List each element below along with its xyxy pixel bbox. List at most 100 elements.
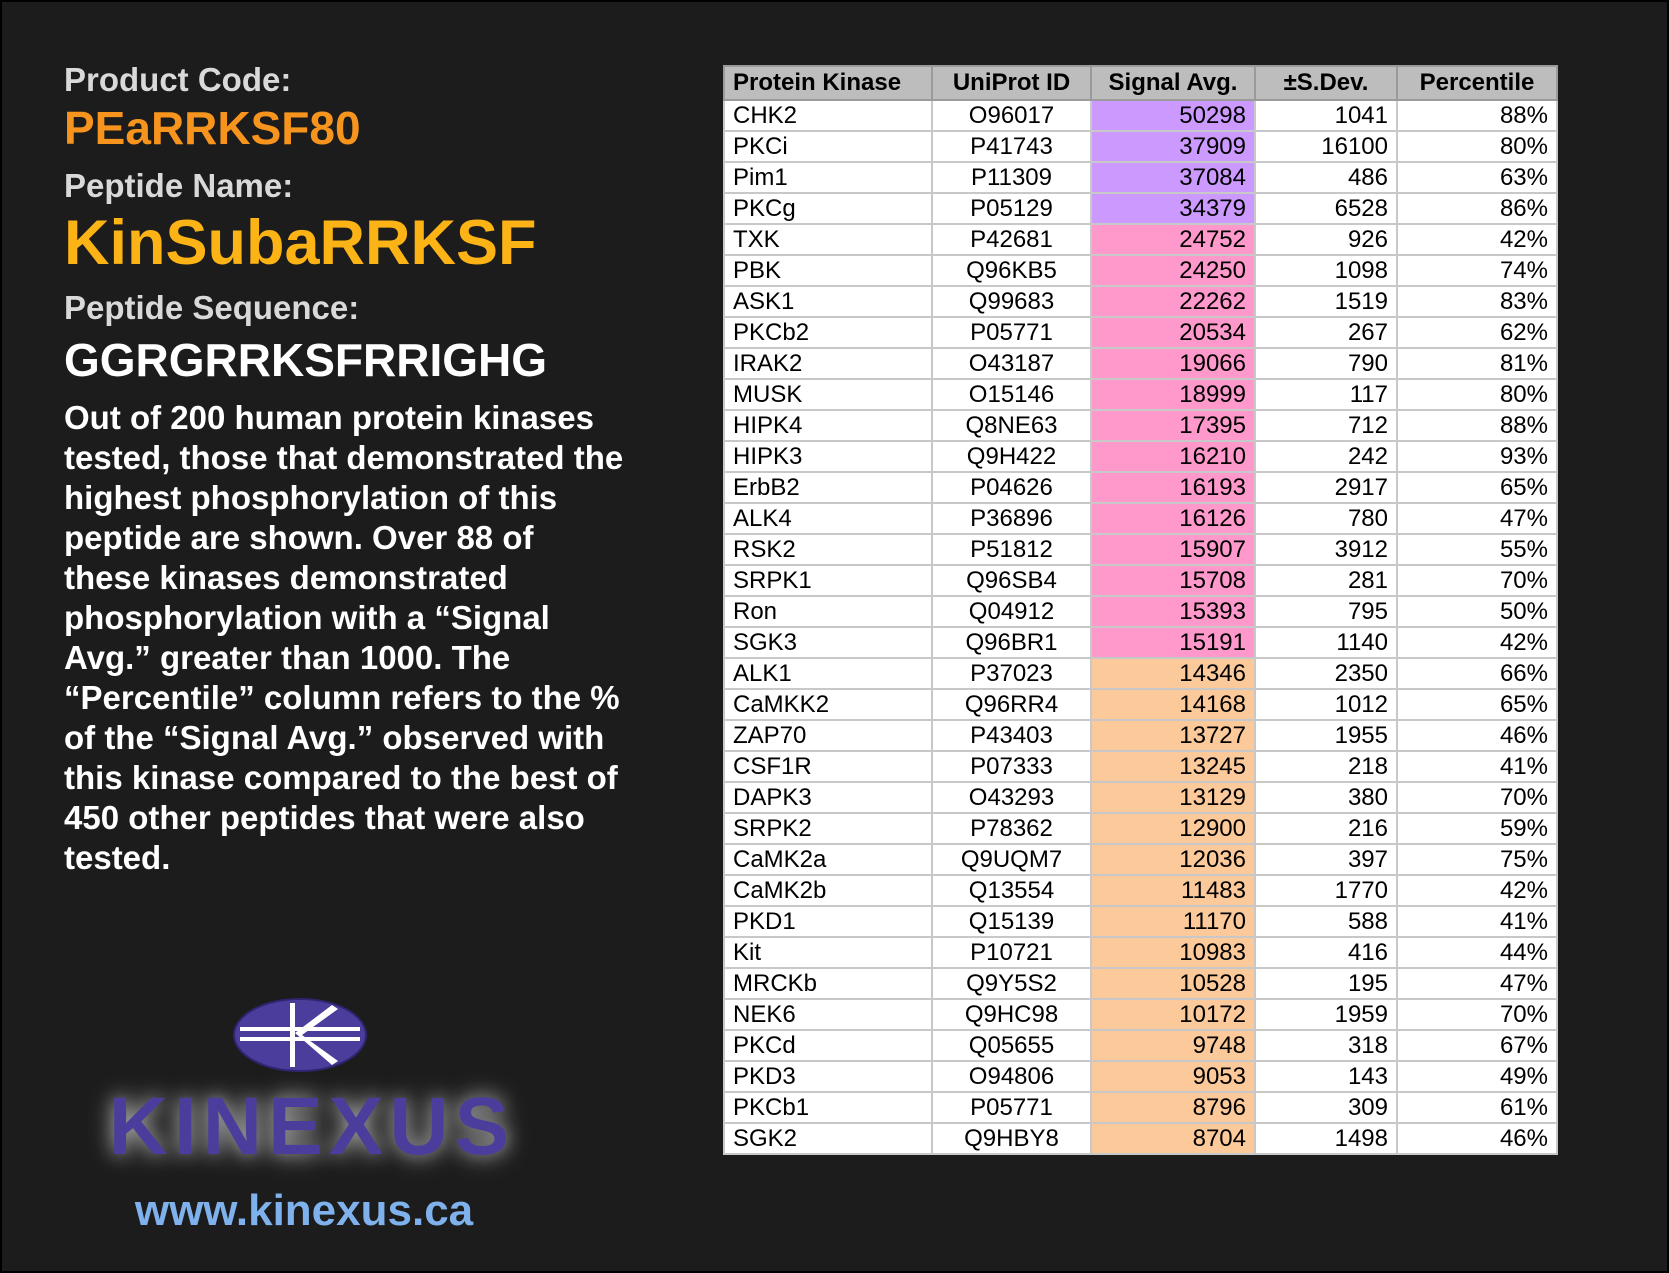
percentile-cell: 44% [1396,936,1558,969]
sdev-cell: 218 [1254,750,1398,783]
header-protein-kinase: Protein Kinase [723,65,933,101]
kinase-cell: PKCg [723,192,933,225]
signal-avg-cell: 24752 [1090,223,1256,256]
table-row: PKD1 Q15139 11170 588 41% [723,905,1558,938]
percentile-cell: 61% [1396,1091,1558,1124]
kinase-cell: CSF1R [723,750,933,783]
percentile-cell: 70% [1396,781,1558,814]
kinase-cell: ASK1 [723,285,933,318]
signal-avg-cell: 14346 [1090,657,1256,690]
uniprot-cell: O43187 [931,347,1092,380]
signal-avg-cell: 16126 [1090,502,1256,535]
sdev-cell: 790 [1254,347,1398,380]
header-sdev: ±S.Dev. [1254,65,1398,101]
uniprot-cell: Q96KB5 [931,254,1092,287]
website-link[interactable]: www.kinexus.ca [64,1185,544,1237]
uniprot-cell: P05129 [931,192,1092,225]
kinase-table: Protein Kinase UniProt ID Signal Avg. ±S… [723,65,1558,1155]
signal-avg-cell: 12036 [1090,843,1256,876]
peptide-name: KinSubaRRKSF [64,208,537,278]
percentile-cell: 42% [1396,626,1558,659]
kinexus-logo: KINEXUS [42,987,572,1187]
product-code: PEaRRKSF80 [64,102,361,154]
kinase-cell: ErbB2 [723,471,933,504]
kinase-cell: MUSK [723,378,933,411]
table-row: CaMK2b Q13554 11483 1770 42% [723,874,1558,907]
table-row: PBK Q96KB5 24250 1098 74% [723,254,1558,287]
uniprot-cell: Q9HC98 [931,998,1092,1031]
datasheet-panel: Product Code: PEaRRKSF80 Peptide Name: K… [0,0,1669,1273]
table-row: ErbB2 P04626 16193 2917 65% [723,471,1558,504]
signal-avg-cell: 13129 [1090,781,1256,814]
sdev-cell: 416 [1254,936,1398,969]
table-body: CHK2 O96017 50298 1041 88% PKCi P41743 37909 161… [723,99,1558,1155]
percentile-cell: 42% [1396,874,1558,907]
uniprot-cell: Q99683 [931,285,1092,318]
kinase-cell: PKCb2 [723,316,933,349]
uniprot-cell: P07333 [931,750,1092,783]
percentile-cell: 67% [1396,1029,1558,1062]
percentile-cell: 88% [1396,409,1558,442]
kinase-cell: CHK2 [723,99,933,132]
sdev-cell: 926 [1254,223,1398,256]
uniprot-cell: O96017 [931,99,1092,132]
sdev-cell: 16100 [1254,130,1398,163]
product-info: Product Code: PEaRRKSF80 Peptide Name: K… [64,60,624,878]
sdev-cell: 397 [1254,843,1398,876]
signal-avg-cell: 24250 [1090,254,1256,287]
table-row: PKCi P41743 37909 16100 80% [723,130,1558,163]
header-uniprot-id: UniProt ID [931,65,1092,101]
uniprot-cell: Q15139 [931,905,1092,938]
signal-avg-cell: 9053 [1090,1060,1256,1093]
sdev-cell: 195 [1254,967,1398,1000]
uniprot-cell: P78362 [931,812,1092,845]
signal-avg-cell: 10172 [1090,998,1256,1031]
sdev-cell: 1959 [1254,998,1398,1031]
uniprot-cell: P41743 [931,130,1092,163]
sdev-cell: 267 [1254,316,1398,349]
sdev-cell: 780 [1254,502,1398,535]
uniprot-cell: P04626 [931,471,1092,504]
kinase-cell: HIPK3 [723,440,933,473]
signal-avg-cell: 18999 [1090,378,1256,411]
kinase-cell: SRPK2 [723,812,933,845]
uniprot-cell: P37023 [931,657,1092,690]
table-row: TXK P42681 24752 926 42% [723,223,1558,256]
kinase-cell: HIPK4 [723,409,933,442]
kinase-cell: SRPK1 [723,564,933,597]
table-row: MRCKb Q9Y5S2 10528 195 47% [723,967,1558,1000]
signal-avg-cell: 15191 [1090,626,1256,659]
percentile-cell: 62% [1396,316,1558,349]
sdev-cell: 216 [1254,812,1398,845]
percentile-cell: 42% [1396,223,1558,256]
kinase-cell: ZAP70 [723,719,933,752]
table-row: DAPK3 O43293 13129 380 70% [723,781,1558,814]
uniprot-cell: P42681 [931,223,1092,256]
uniprot-cell: P36896 [931,502,1092,535]
peptide-name-label: Peptide Name: [64,167,294,204]
header-percentile: Percentile [1396,65,1558,101]
percentile-cell: 83% [1396,285,1558,318]
table-row: HIPK4 Q8NE63 17395 712 88% [723,409,1558,442]
sdev-cell: 1519 [1254,285,1398,318]
percentile-cell: 47% [1396,502,1558,535]
signal-avg-cell: 17395 [1090,409,1256,442]
uniprot-cell: Q9HBY8 [931,1122,1092,1155]
sdev-cell: 380 [1254,781,1398,814]
signal-avg-cell: 37909 [1090,130,1256,163]
table-row: SRPK2 P78362 12900 216 59% [723,812,1558,845]
peptide-sequence-label: Peptide Sequence: [64,289,360,326]
percentile-cell: 70% [1396,998,1558,1031]
signal-avg-cell: 10528 [1090,967,1256,1000]
uniprot-cell: P05771 [931,316,1092,349]
kinase-cell: PKCi [723,130,933,163]
percentile-cell: 66% [1396,657,1558,690]
table-row: NEK6 Q9HC98 10172 1959 70% [723,998,1558,1031]
header-signal-avg: Signal Avg. [1090,65,1256,101]
kinexus-k-emblem-icon [233,998,367,1072]
sdev-cell: 309 [1254,1091,1398,1124]
kinase-cell: PKD3 [723,1060,933,1093]
uniprot-cell: Q13554 [931,874,1092,907]
kinase-cell: PBK [723,254,933,287]
kinase-cell: CaMK2a [723,843,933,876]
